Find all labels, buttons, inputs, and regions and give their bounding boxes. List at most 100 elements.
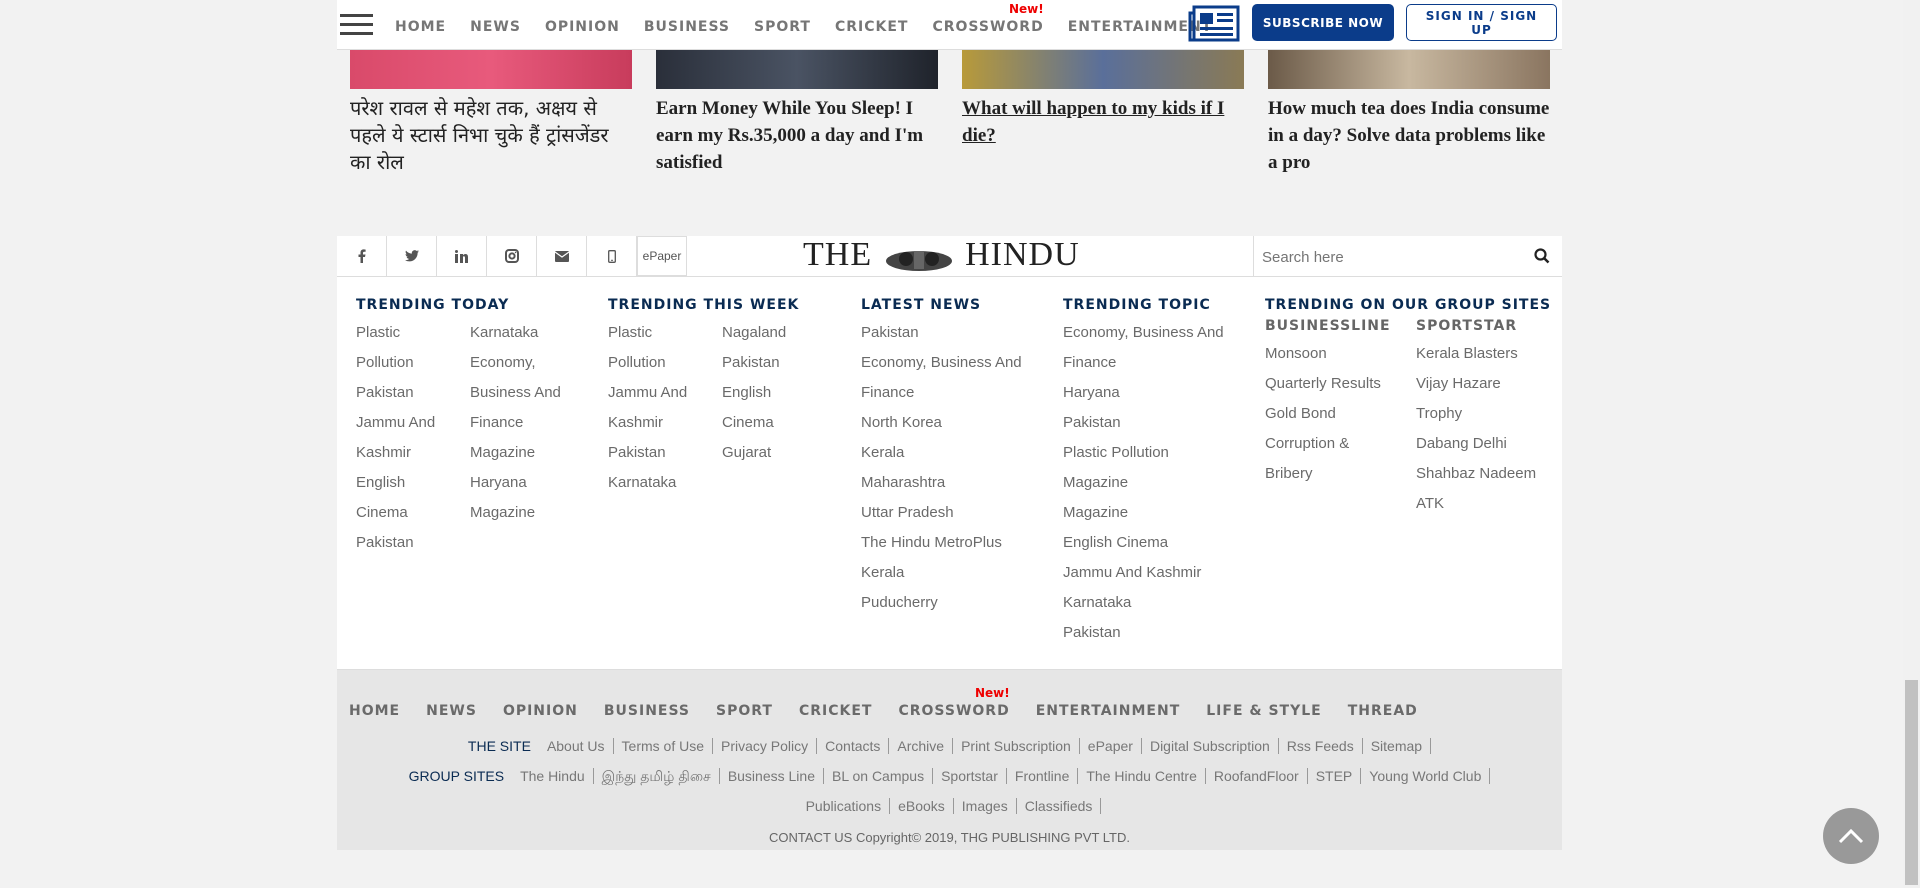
trending-link[interactable]: Pollution	[356, 348, 470, 378]
epaper-link[interactable]: ePaper	[637, 236, 687, 276]
trending-link[interactable]: Magazine	[1063, 498, 1224, 528]
trending-link[interactable]: Pakistan	[608, 438, 722, 468]
trending-link[interactable]: Pakistan	[356, 528, 470, 558]
linkedin-icon[interactable]	[437, 236, 487, 276]
footer-link[interactable]: ePaper	[1079, 738, 1142, 754]
trending-link[interactable]: Gold Bond	[1265, 399, 1416, 429]
trending-link[interactable]: Magazine	[470, 498, 584, 528]
nav-link-news[interactable]: NEWS	[470, 19, 521, 35]
trending-link[interactable]: Economy,	[470, 348, 584, 378]
footer-link[interactable]: BL on Campus	[823, 768, 934, 784]
trending-link[interactable]: Karnataka	[608, 468, 722, 498]
nav-link-opinion[interactable]: OPINION	[545, 19, 620, 35]
trending-link[interactable]: Bribery	[1265, 459, 1416, 489]
story-card[interactable]: Earn Money While You Sleep! I earn my Rs…	[656, 49, 938, 176]
trending-link[interactable]: Pollution	[608, 348, 722, 378]
story-card[interactable]: परेश रावल से महेश तक, अक्षय से पहले ये स…	[350, 49, 632, 176]
facebook-icon[interactable]	[337, 236, 387, 276]
footer-link[interactable]: Digital Subscription	[1141, 738, 1279, 754]
footer-link[interactable]: The Hindu Centre	[1078, 768, 1206, 784]
footer-nav-link[interactable]: LIFE & STYLE	[1206, 703, 1321, 719]
trending-link[interactable]: Plastic	[356, 318, 470, 348]
trending-link[interactable]: Kashmir	[608, 408, 722, 438]
footer-link[interactable]: Business Line	[719, 768, 824, 784]
trending-link[interactable]: Magazine	[470, 438, 584, 468]
nav-link-business[interactable]: BUSINESS	[644, 19, 730, 35]
footer-nav-link[interactable]: THREAD	[1348, 703, 1418, 719]
footer-link[interactable]: STEP	[1307, 768, 1362, 784]
story-card[interactable]: What will happen to my kids if I die?	[962, 49, 1244, 149]
trending-link[interactable]: Maharashtra	[861, 468, 1022, 498]
trending-link[interactable]: Nagaland	[722, 318, 836, 348]
footer-nav-link[interactable]: HOME	[349, 703, 400, 719]
trending-link[interactable]: Karnataka	[470, 318, 584, 348]
hamburger-menu-icon[interactable]	[340, 14, 373, 36]
epaper-icon[interactable]	[1188, 5, 1240, 42]
footer-nav-link[interactable]: NEWS	[426, 703, 477, 719]
trending-link[interactable]: Pakistan	[722, 348, 836, 378]
footer-nav-link[interactable]: CRICKET	[799, 703, 873, 719]
trending-link[interactable]: Puducherry	[861, 588, 1022, 618]
trending-link[interactable]: Gujarat	[722, 438, 836, 468]
story-title[interactable]: What will happen to my kids if I die?	[962, 95, 1244, 149]
footer-link[interactable]: Sitemap	[1362, 738, 1432, 754]
trending-link[interactable]: Magazine	[1063, 468, 1224, 498]
story-image[interactable]	[962, 49, 1244, 89]
footer-link[interactable]: The Hindu	[512, 768, 594, 784]
signin-button[interactable]: SIGN IN / SIGN UP	[1406, 4, 1557, 41]
search-icon[interactable]	[1533, 247, 1551, 265]
story-image[interactable]	[656, 49, 938, 89]
scroll-to-top-button[interactable]	[1823, 808, 1879, 864]
story-card[interactable]: How much tea does India consume in a day…	[1268, 49, 1550, 176]
trending-link[interactable]: Kerala	[861, 558, 1022, 588]
trending-link[interactable]: Plastic	[608, 318, 722, 348]
trending-link[interactable]: Kashmir	[356, 438, 470, 468]
trending-link[interactable]: Pakistan	[1063, 618, 1224, 648]
trending-link[interactable]: Dabang Delhi	[1416, 429, 1546, 459]
footer-link[interactable]: Young World Club	[1361, 768, 1491, 784]
story-title[interactable]: Earn Money While You Sleep! I earn my Rs…	[656, 95, 938, 176]
search-input[interactable]	[1260, 246, 1524, 268]
trending-link[interactable]: English	[356, 468, 470, 498]
trending-link[interactable]: Jammu And	[608, 378, 722, 408]
trending-link[interactable]: Jammu And	[356, 408, 470, 438]
trending-link[interactable]: Shahbaz Nadeem	[1416, 459, 1546, 489]
trending-link[interactable]: Haryana	[1063, 378, 1224, 408]
footer-nav-link[interactable]: SPORT	[716, 703, 773, 719]
footer-link[interactable]: Publications	[797, 798, 891, 814]
footer-link[interactable]: Contacts	[817, 738, 890, 754]
trending-link[interactable]: Business And	[470, 378, 584, 408]
story-image[interactable]	[1268, 49, 1550, 89]
twitter-icon[interactable]	[387, 236, 437, 276]
footer-link[interactable]: Archive	[889, 738, 954, 754]
trending-link[interactable]: Pakistan	[356, 378, 470, 408]
footer-link[interactable]: இந்து தமிழ் திசை	[593, 768, 720, 784]
footer-link[interactable]: Privacy Policy	[713, 738, 818, 754]
trending-link[interactable]: Kerala Blasters	[1416, 339, 1546, 369]
trending-link[interactable]: Monsoon	[1265, 339, 1416, 369]
instagram-icon[interactable]	[487, 236, 537, 276]
mobile-icon[interactable]	[587, 236, 637, 276]
story-title[interactable]: How much tea does India consume in a day…	[1268, 95, 1550, 176]
footer-link[interactable]: Classifieds	[1016, 798, 1102, 814]
trending-link[interactable]: Cinema	[722, 408, 836, 438]
the-hindu-logo[interactable]: THE HINDU	[803, 236, 1080, 274]
footer-link[interactable]: Images	[953, 798, 1017, 814]
footer-link[interactable]: eBooks	[890, 798, 954, 814]
nav-link-cricket[interactable]: CRICKET	[835, 19, 909, 35]
trending-link[interactable]: Finance	[861, 378, 1022, 408]
trending-link[interactable]: Pakistan	[861, 318, 1022, 348]
trending-link[interactable]: Economy, Business And	[1063, 318, 1224, 348]
contact-us-link[interactable]: CONTACT US	[769, 830, 852, 845]
story-title[interactable]: परेश रावल से महेश तक, अक्षय से पहले ये स…	[350, 95, 632, 176]
trending-link[interactable]: Quarterly Results	[1265, 369, 1416, 399]
trending-link[interactable]: Haryana	[470, 468, 584, 498]
footer-nav-link[interactable]: OPINION	[503, 703, 578, 719]
footer-link[interactable]: Rss Feeds	[1278, 738, 1363, 754]
footer-link[interactable]: Frontline	[1006, 768, 1079, 784]
nav-link-sport[interactable]: SPORT	[754, 19, 811, 35]
trending-link[interactable]: Vijay Hazare	[1416, 369, 1546, 399]
trending-link[interactable]: Uttar Pradesh	[861, 498, 1022, 528]
trending-link[interactable]: The Hindu MetroPlus	[861, 528, 1022, 558]
trending-link[interactable]: Finance	[1063, 348, 1224, 378]
